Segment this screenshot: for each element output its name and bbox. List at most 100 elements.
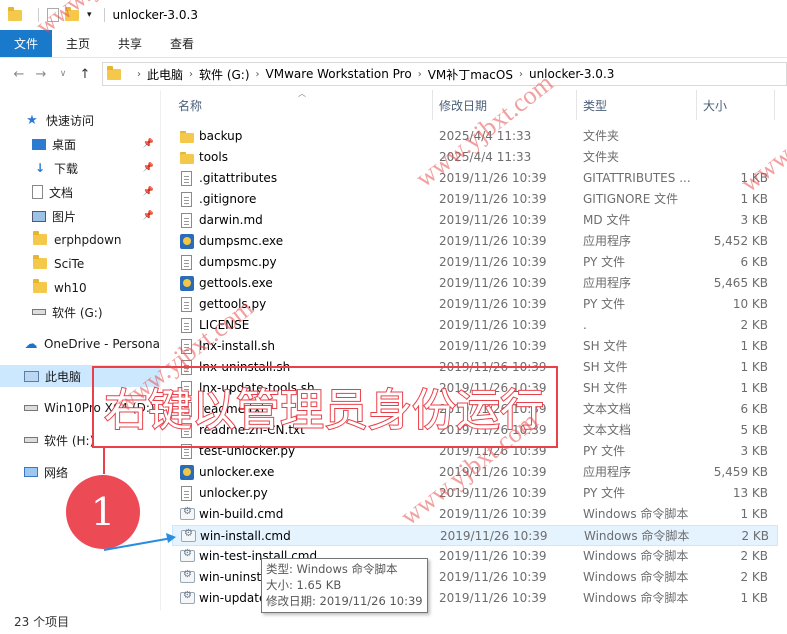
nav-label: erphpdown [54,233,122,247]
back-arrow-icon[interactable]: ← [8,67,30,82]
nav-scite[interactable]: SciTe [32,253,84,275]
nav-network[interactable]: 网络 [24,461,68,483]
pin-icon[interactable]: 📌 [143,211,154,221]
file-row[interactable]: LICENSE 2019/11/26 10:39. 2 KB [172,315,778,336]
file-type: PY 文件 [583,486,626,500]
file-size: 2 KB [741,529,769,543]
quick-access-dropdown-icon[interactable]: ▾ [87,10,92,20]
column-header-type[interactable]: 类型 [577,90,697,120]
nav-label: OneDrive - Persona [43,337,160,351]
file-size: 10 KB [732,297,768,311]
recent-dropdown-icon[interactable]: ∨ [52,69,74,79]
file-row[interactable]: lnx-install.sh 2019/11/26 10:39 SH 文件 1 KB [172,336,778,357]
breadcrumb-this-pc[interactable]: 此电脑 [147,66,183,83]
application-icon [180,465,194,480]
file-type: 文件夹 [583,150,620,164]
nav-quick-access[interactable]: ★ 快速访问 [24,109,94,131]
file-date: 2019/11/26 10:39 [439,570,547,584]
address-bar[interactable]: › 此电脑 › 软件 (G:) › VMware Workstation Pro… [102,62,787,86]
file-type: Windows 命令脚本 [583,570,689,584]
folder-icon [32,255,48,272]
chevron-right-icon[interactable]: › [189,69,193,80]
pin-icon[interactable]: 📌 [143,139,154,149]
callout-connector [103,448,105,474]
file-icon [181,297,192,312]
drive-icon [24,405,38,411]
nav-erphpdown[interactable]: erphpdown [32,229,122,251]
chevron-right-icon[interactable]: › [519,69,523,80]
file-row[interactable]: dumpsmc.exe 2019/11/26 10:39 应用程序 5,452 KB [172,231,778,252]
divider [38,8,39,22]
file-icon [181,255,192,270]
script-icon [180,548,195,562]
file-row[interactable]: tools 2025/4/4 11:33 文件夹 [172,147,778,168]
file-type: 应用程序 [583,276,632,290]
file-row[interactable]: win-build.cmd 2019/11/26 10:39 Windows 命令脚… [172,504,778,525]
up-arrow-icon[interactable]: ↑ [74,67,96,82]
tab-home[interactable]: 主页 [52,30,104,57]
nav-desktop[interactable]: 桌面 📌 [32,133,160,155]
chevron-right-icon[interactable]: › [137,69,141,80]
breadcrumb-drive-g[interactable]: 软件 (G:) [199,66,250,83]
column-header-date[interactable]: 修改日期 [433,90,577,120]
nav-drive-g[interactable]: 软件 (G:) [32,301,103,323]
file-row[interactable]: .gitignore 2019/11/26 10:39 GITIGNORE 文件 1 … [172,189,778,210]
file-row[interactable]: gettools.exe 2019/11/26 10:39 应用程序 5,465 KB [172,273,778,294]
forward-arrow-icon[interactable]: → [30,67,52,82]
script-icon [180,569,195,583]
pin-icon[interactable]: 📌 [143,187,154,197]
new-folder-icon[interactable] [65,7,81,22]
breadcrumb-vm-patch[interactable]: VM补丁macOS [428,66,513,83]
file-row[interactable]: .gitattributes 2019/11/26 10:39 GITATTRIBU… [172,168,778,189]
file-row[interactable]: backup 2025/4/4 11:33 文件夹 [172,126,778,147]
nav-documents[interactable]: 文档 📌 [32,181,160,203]
properties-icon[interactable] [47,8,59,22]
file-name: .gitignore [199,192,257,206]
column-header-size[interactable]: 大小 [697,90,775,120]
chevron-right-icon[interactable]: › [256,69,260,80]
file-row[interactable]: win-install.cmd 2019/11/26 10:39 Windows 命… [172,525,778,546]
tab-view[interactable]: 查看 [156,30,208,57]
pin-icon[interactable]: 📌 [143,163,154,173]
tab-share[interactable]: 共享 [104,30,156,57]
ribbon-tabs: 文件 主页 共享 查看 [0,30,787,58]
computer-icon [24,370,39,382]
nav-onedrive[interactable]: ☁ OneDrive - Persona [24,333,160,355]
file-type: 应用程序 [583,234,632,248]
nav-label: SciTe [54,257,85,271]
document-icon [32,185,43,199]
file-name: backup [199,129,243,143]
file-type: SH 文件 [583,339,628,353]
file-name: gettools.py [199,297,267,311]
file-row[interactable]: unlocker.py 2019/11/26 10:39 PY 文件 13 KB [172,483,778,504]
file-row[interactable]: gettools.py 2019/11/26 10:39 PY 文件 10 KB [172,294,778,315]
breadcrumb-unlocker[interactable]: unlocker-3.0.3 [529,67,614,81]
file-icon [181,192,192,207]
chevron-right-icon[interactable]: › [418,69,422,80]
title-bar: ▾ unlocker-3.0.3 [0,0,787,30]
star-icon: ★ [26,112,38,128]
script-icon [180,506,195,520]
file-name: LICENSE [199,318,250,332]
file-size: 1 KB [740,507,768,521]
nav-drive-h[interactable]: 软件 (H:) [24,429,94,451]
tooltip-date: 修改日期: 2019/11/26 10:39 [266,594,423,608]
script-icon [181,528,196,542]
file-row[interactable]: darwin.md 2019/11/26 10:39 MD 文件 3 KB [172,210,778,231]
file-name: .gitattributes [199,171,278,185]
download-icon: ↓ [34,161,46,175]
nav-pictures[interactable]: 图片 📌 [32,205,160,227]
file-row[interactable]: dumpsmc.py 2019/11/26 10:39 PY 文件 6 KB [172,252,778,273]
file-type: SH 文件 [583,381,628,395]
tab-file[interactable]: 文件 [0,30,53,57]
breadcrumb-vmware[interactable]: VMware Workstation Pro [266,67,412,81]
folder-icon [32,279,48,296]
nav-wh10[interactable]: wh10 [32,277,87,299]
file-row[interactable]: unlocker.exe 2019/11/26 10:39 应用程序 5,459 KB [172,462,778,483]
file-type: 应用程序 [583,465,632,479]
application-icon [180,276,194,291]
file-size: 2 KB [740,549,768,563]
file-date: 2025/4/4 11:33 [439,129,532,143]
file-date: 2019/11/26 10:39 [439,465,547,479]
nav-downloads[interactable]: ↓ 下载 📌 [32,157,160,179]
